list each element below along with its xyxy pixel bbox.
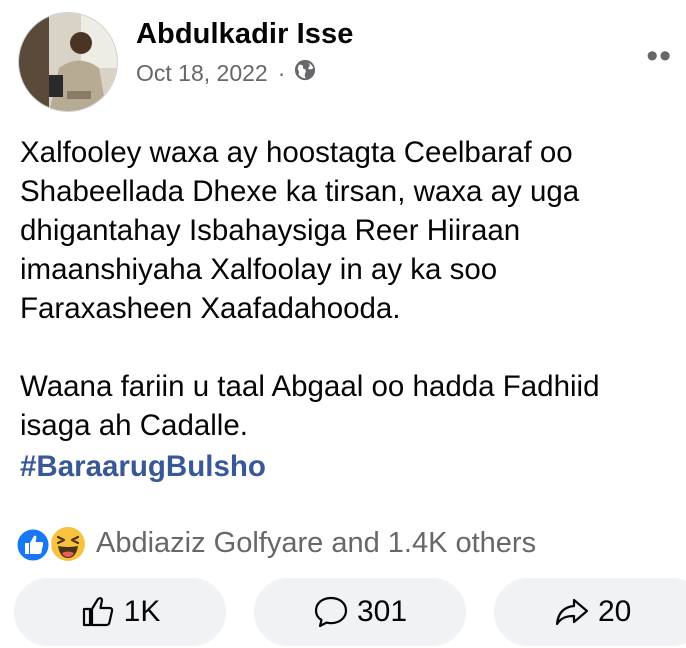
post-body: Xalfooley waxa ay hoostagta Ceelbaraf oo… xyxy=(20,133,670,486)
avatar[interactable] xyxy=(18,12,118,112)
post-paragraph-2: Waana fariin u taal Abgaal oo hadda Fadh… xyxy=(20,370,600,442)
post-paragraph-1: Xalfooley waxa ay hoostagta Ceelbaraf oo… xyxy=(20,136,580,325)
haha-reaction-icon xyxy=(48,524,88,569)
hashtag-link[interactable]: #BaraarugBulsho xyxy=(20,447,266,486)
like-reaction-icon xyxy=(14,526,52,569)
comment-icon xyxy=(314,596,348,628)
post-date[interactable]: Oct 18, 2022 xyxy=(136,60,268,87)
post-meta: Oct 18, 2022 · xyxy=(136,59,316,87)
like-count: 1K xyxy=(123,595,161,628)
author-name[interactable]: Abdulkadir Isse xyxy=(136,18,353,51)
meta-separator: · xyxy=(277,59,286,86)
reactions-text[interactable]: Abdiaziz Golfyare and 1.4K others xyxy=(96,527,536,560)
thumbs-up-icon xyxy=(82,597,113,627)
more-options-icon[interactable]: •• xyxy=(646,39,672,73)
comment-count: 301 xyxy=(356,595,408,628)
share-count: 20 xyxy=(598,595,632,628)
share-icon xyxy=(555,598,589,626)
reactions-summary[interactable]: Abdiaziz Golfyare and 1.4K others xyxy=(14,522,536,564)
action-bar: 1K 301 20 xyxy=(0,578,686,648)
like-button[interactable]: 1K xyxy=(14,578,226,646)
share-button[interactable]: 20 xyxy=(494,578,686,646)
globe-icon xyxy=(294,59,316,87)
post-header: Abdulkadir Isse Oct 18, 2022 · •• xyxy=(18,12,678,112)
comment-button[interactable]: 301 xyxy=(254,578,466,646)
